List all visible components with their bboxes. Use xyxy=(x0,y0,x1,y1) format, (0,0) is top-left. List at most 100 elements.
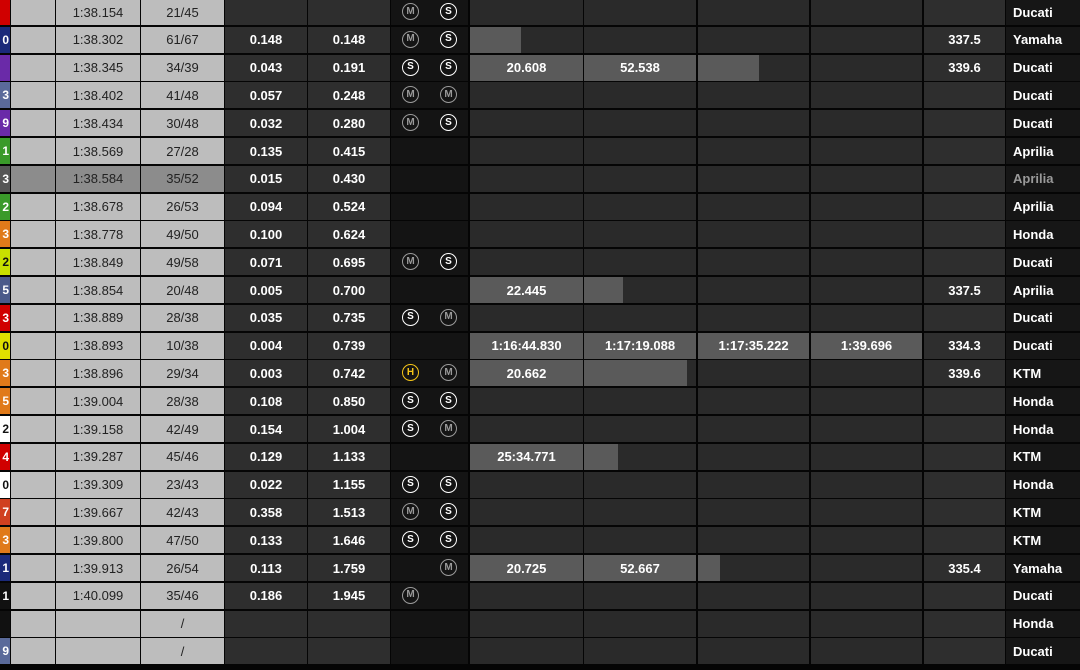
manufacturer: KTM xyxy=(1006,360,1080,387)
sector-3-time xyxy=(698,0,809,25)
sector-2-time xyxy=(584,471,696,498)
gap-previous: 0.108 xyxy=(225,388,307,415)
sector-4-time xyxy=(811,249,922,276)
rider-name-cell xyxy=(11,443,55,470)
gap-leader: 0.742 xyxy=(308,360,390,387)
soft-tyre-icon: S xyxy=(440,503,457,521)
medium-tyre-icon: M xyxy=(402,3,419,20)
medium-tyre-icon: M xyxy=(402,114,419,132)
sector-3-time xyxy=(698,138,809,164)
top-speed xyxy=(924,416,1005,442)
tyre-compounds: MS xyxy=(391,499,468,526)
sector-1-time xyxy=(470,165,583,192)
timing-row[interactable]: 5 1:38.854 20/48 0.005 0.700 22.445 337.5 April… xyxy=(0,277,1080,303)
timing-row[interactable]: 2 1:38.849 49/58 0.071 0.695 M S Ducati xyxy=(0,249,1080,276)
sector-1-time: 25:34.771 xyxy=(470,443,583,470)
sector-2-time xyxy=(584,82,696,109)
manufacturer: Ducati xyxy=(1006,0,1080,25)
sector-4-time xyxy=(811,443,922,470)
tyre-compounds: SS xyxy=(391,388,468,415)
gap-leader: 0.735 xyxy=(308,304,390,331)
best-lap: 1:39.667 xyxy=(56,499,140,526)
sector-3-time xyxy=(698,193,809,220)
timing-row[interactable]: 1:38.154 21/45 M S Ducati xyxy=(0,0,1080,25)
timing-row[interactable]: 1 1:38.569 27/28 0.135 0.415 Aprilia xyxy=(0,138,1080,164)
rider-number: 2 xyxy=(0,193,10,220)
best-lap: 1:39.913 xyxy=(56,555,140,581)
sector-2-time xyxy=(584,610,696,637)
sector-3-time xyxy=(698,249,809,276)
manufacturer: Yamaha xyxy=(1006,26,1080,53)
soft-tyre-icon: S xyxy=(440,475,457,493)
manufacturer: Ducati xyxy=(1006,54,1080,81)
timing-row[interactable]: 4 1:39.287 45/46 0.129 1.133 25:34.771 KTM xyxy=(0,443,1080,470)
sector-4-time xyxy=(811,221,922,248)
rider-number: 3 xyxy=(0,221,10,248)
timing-row[interactable]: 0 1:39.309 23/43 0.022 1.155 S S Honda xyxy=(0,471,1080,498)
top-speed xyxy=(924,388,1005,415)
top-speed xyxy=(924,193,1005,220)
sector-1-time xyxy=(470,0,583,25)
gap-previous: 0.148 xyxy=(225,26,307,53)
timing-row[interactable]: 3 1:38.896 29/34 0.003 0.742 H M 20.662 339.6 KTM xyxy=(0,360,1080,387)
lap-count: 35/46 xyxy=(141,582,224,609)
timing-row[interactable]: 9 1:38.434 30/48 0.032 0.280 M S Ducati xyxy=(0,110,1080,137)
best-lap: 1:39.287 xyxy=(56,443,140,470)
lap-count: 41/48 xyxy=(141,82,224,109)
rider-name-cell xyxy=(11,388,55,415)
manufacturer: Honda xyxy=(1006,221,1080,248)
manufacturer: Ducati xyxy=(1006,82,1080,109)
timing-row[interactable]: 3 1:38.889 28/38 0.035 0.735 S M Ducati xyxy=(0,304,1080,331)
rider-name-cell xyxy=(11,499,55,526)
timing-row[interactable]: / Honda xyxy=(0,610,1080,637)
best-lap: 1:39.309 xyxy=(56,471,140,498)
timing-row[interactable]: 3 1:38.778 49/50 0.100 0.624 Honda xyxy=(0,221,1080,248)
gap-leader: 0.280 xyxy=(308,110,390,137)
lap-count: 28/38 xyxy=(141,304,224,331)
manufacturer: Honda xyxy=(1006,610,1080,637)
timing-row[interactable]: 2 1:39.158 42/49 0.154 1.004 S M Honda xyxy=(0,416,1080,442)
timing-row[interactable]: 0 1:38.893 10/38 0.004 0.739 1:16:44.830 1:17:… xyxy=(0,332,1080,359)
lap-count: 21/45 xyxy=(141,0,224,25)
soft-tyre-icon: S xyxy=(402,308,419,326)
timing-row[interactable]: 7 1:39.667 42/43 0.358 1.513 M S KTM xyxy=(0,499,1080,526)
manufacturer: Aprilia xyxy=(1006,193,1080,220)
timing-row[interactable]: 1 1:40.099 35/46 0.186 1.945 M Ducati xyxy=(0,582,1080,609)
medium-tyre-icon: M xyxy=(440,308,457,326)
tyre-compounds xyxy=(391,193,468,220)
timing-row[interactable]: 0 1:38.302 61/67 0.148 0.148 M S 337.5 Yamaha xyxy=(0,26,1080,53)
timing-row[interactable]: 1:38.345 34/39 0.043 0.191 S S 20.608 52.538 339… xyxy=(0,54,1080,81)
sector-2-time xyxy=(584,26,696,53)
soft-tyre-icon: S xyxy=(440,58,457,76)
timing-row[interactable]: 3 1:38.584 35/52 0.015 0.430 Aprilia xyxy=(0,165,1080,192)
gap-previous: 0.032 xyxy=(225,110,307,137)
gap-previous: 0.005 xyxy=(225,277,307,303)
rider-number xyxy=(0,0,10,25)
sector-4-time xyxy=(811,555,922,581)
rider-name-cell xyxy=(11,277,55,303)
rider-number: 0 xyxy=(0,26,10,53)
gap-previous: 0.003 xyxy=(225,360,307,387)
manufacturer: Aprilia xyxy=(1006,165,1080,192)
sector-1-time xyxy=(470,638,583,665)
best-lap: 1:39.158 xyxy=(56,416,140,442)
timing-row[interactable]: 3 1:38.402 41/48 0.057 0.248 M M Ducati xyxy=(0,82,1080,109)
top-speed: 335.4 xyxy=(924,555,1005,581)
best-lap: 1:39.800 xyxy=(56,527,140,554)
tyre-compounds: MS xyxy=(391,26,468,53)
timing-row[interactable]: 3 1:39.800 47/50 0.133 1.646 S S KTM xyxy=(0,527,1080,554)
sector-2-time xyxy=(584,165,696,192)
sector-time-text: 22.445 xyxy=(506,282,547,298)
top-speed xyxy=(924,82,1005,109)
timing-row[interactable]: 1 1:39.913 26/54 0.113 1.759 M 20.725 52.667 335… xyxy=(0,555,1080,581)
sector-3-time xyxy=(698,26,809,53)
lap-count: 23/43 xyxy=(141,471,224,498)
medium-tyre-icon: M xyxy=(440,420,457,437)
rider-number xyxy=(0,610,10,637)
sector-4-time: 1:39.696 xyxy=(811,332,922,359)
timing-row[interactable]: 2 1:38.678 26/53 0.094 0.524 Aprilia xyxy=(0,193,1080,220)
timing-row[interactable]: 9 / Ducati xyxy=(0,638,1080,665)
best-lap: 1:38.854 xyxy=(56,277,140,303)
timing-row[interactable]: 5 1:39.004 28/38 0.108 0.850 S S Honda xyxy=(0,388,1080,415)
soft-tyre-icon: S xyxy=(440,3,457,20)
